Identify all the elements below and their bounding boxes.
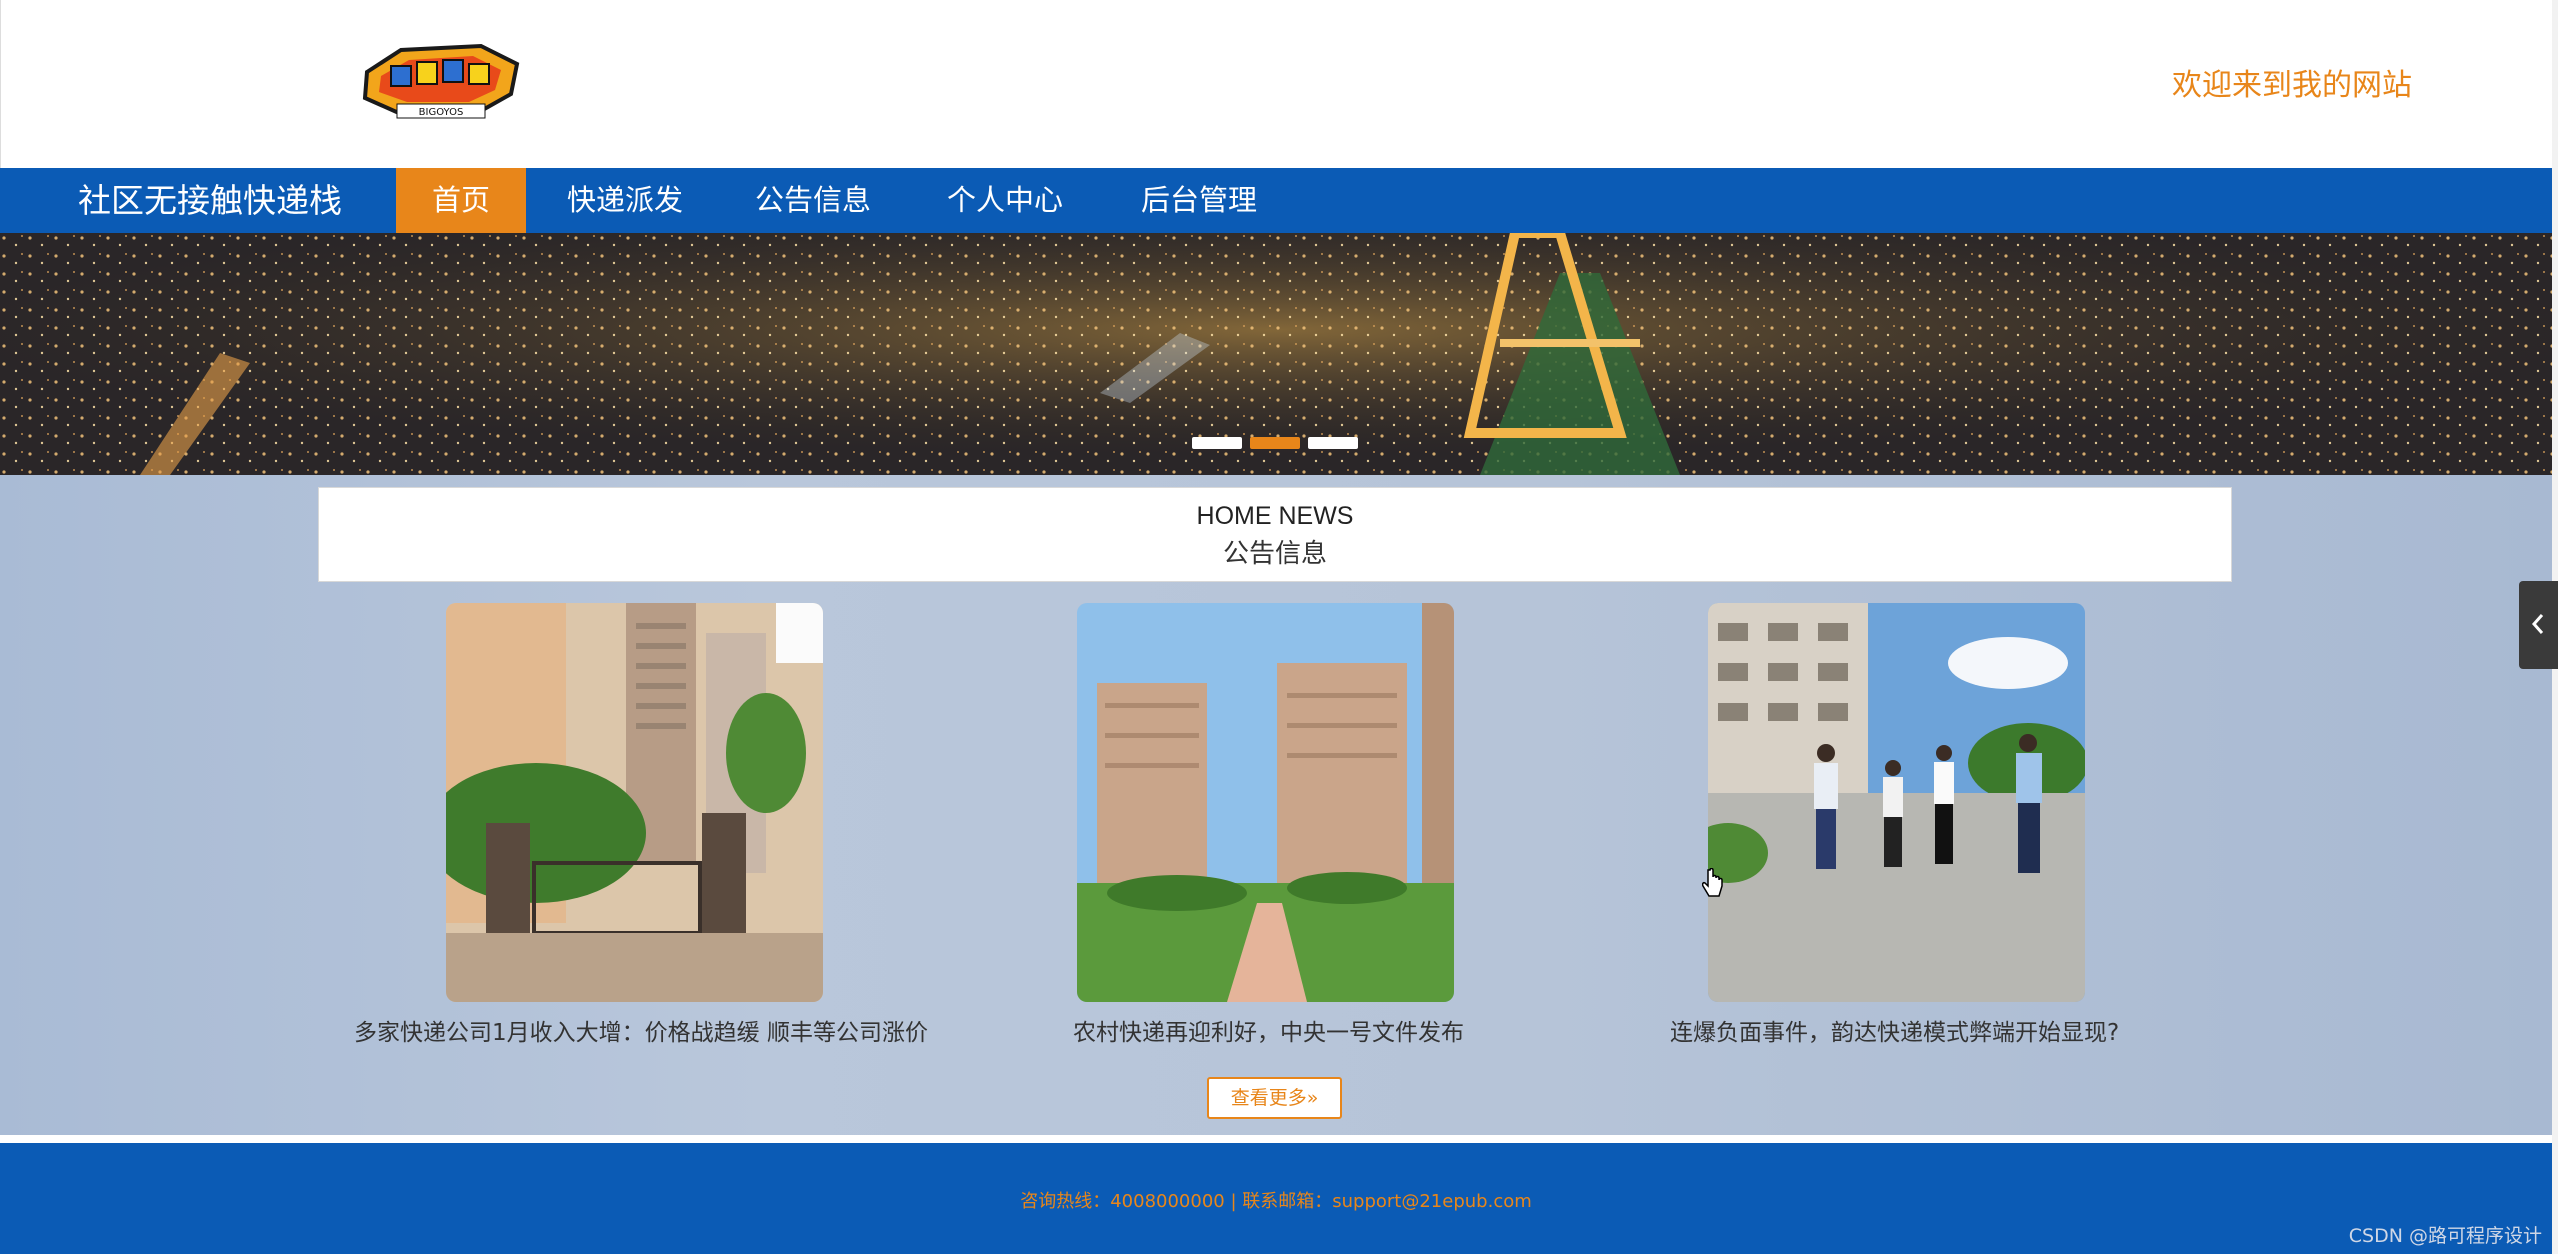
carousel-indicators bbox=[1192, 437, 1360, 449]
welcome-text: 欢迎来到我的网站 bbox=[2172, 68, 2412, 103]
nav-item-delivery[interactable]: 快递派发 bbox=[548, 168, 702, 233]
nav-item-home[interactable]: 首页 bbox=[396, 168, 526, 233]
news-heading-box: HOME NEWS 公告信息 bbox=[318, 487, 2232, 582]
nav-item-profile[interactable]: 个人中心 bbox=[928, 168, 1082, 233]
footer-contact: 咨询热线：4008000000 | 联系邮箱：support@21epub.co… bbox=[1020, 1191, 1532, 1212]
hand-cursor-icon bbox=[1702, 868, 1723, 897]
news-image-apartment-gate[interactable] bbox=[446, 603, 823, 1002]
news-title-en: HOME NEWS bbox=[1196, 502, 1354, 530]
main-nav: 社区无接触快递栈 首页 快递派发 公告信息 个人中心 后台管理 bbox=[0, 168, 2552, 233]
site-header: BIGOYOS 欢迎来到我的网站 bbox=[0, 0, 2552, 168]
view-more-button[interactable]: 查看更多» bbox=[1207, 1077, 1342, 1119]
brand-title[interactable]: 社区无接触快递栈 bbox=[78, 168, 342, 233]
news-caption-1[interactable]: 多家快递公司1月收入大增：价格战趋缓 顺丰等公司涨价 bbox=[354, 1013, 928, 1047]
chevron-left-icon bbox=[2531, 614, 2544, 634]
news-title-cn: 公告信息 bbox=[1222, 539, 1327, 569]
news-section: HOME NEWS 公告信息 多家快递公司1月收入大增：价格战趋缓 顺丰等公司涨… bbox=[0, 475, 2552, 1135]
carousel-dot-1[interactable] bbox=[1192, 437, 1242, 449]
logo-text: BIGOYOS bbox=[419, 107, 464, 118]
site-logo[interactable]: BIGOYOS bbox=[361, 42, 521, 124]
news-caption-2[interactable]: 农村快递再迎利好，中央一号文件发布 bbox=[1073, 1013, 1464, 1047]
news-image-residential-garden[interactable] bbox=[1077, 603, 1454, 1002]
news-image-people-walking[interactable] bbox=[1708, 603, 2085, 1002]
nav-item-admin[interactable]: 后台管理 bbox=[1122, 168, 1276, 233]
nav-item-announcements[interactable]: 公告信息 bbox=[736, 168, 890, 233]
news-caption-3[interactable]: 连爆负面事件，韵达快递模式弊端开始显现? bbox=[1670, 1013, 2119, 1047]
watermark-text: CSDN @路可程序设计 bbox=[2348, 1225, 2542, 1247]
carousel-dot-2[interactable] bbox=[1250, 437, 1300, 449]
carousel-dot-3[interactable] bbox=[1308, 437, 1358, 449]
side-collapse-tab[interactable] bbox=[2519, 581, 2558, 669]
site-footer: 咨询热线：4008000000 | 联系邮箱：support@21epub.co… bbox=[0, 1140, 2552, 1254]
